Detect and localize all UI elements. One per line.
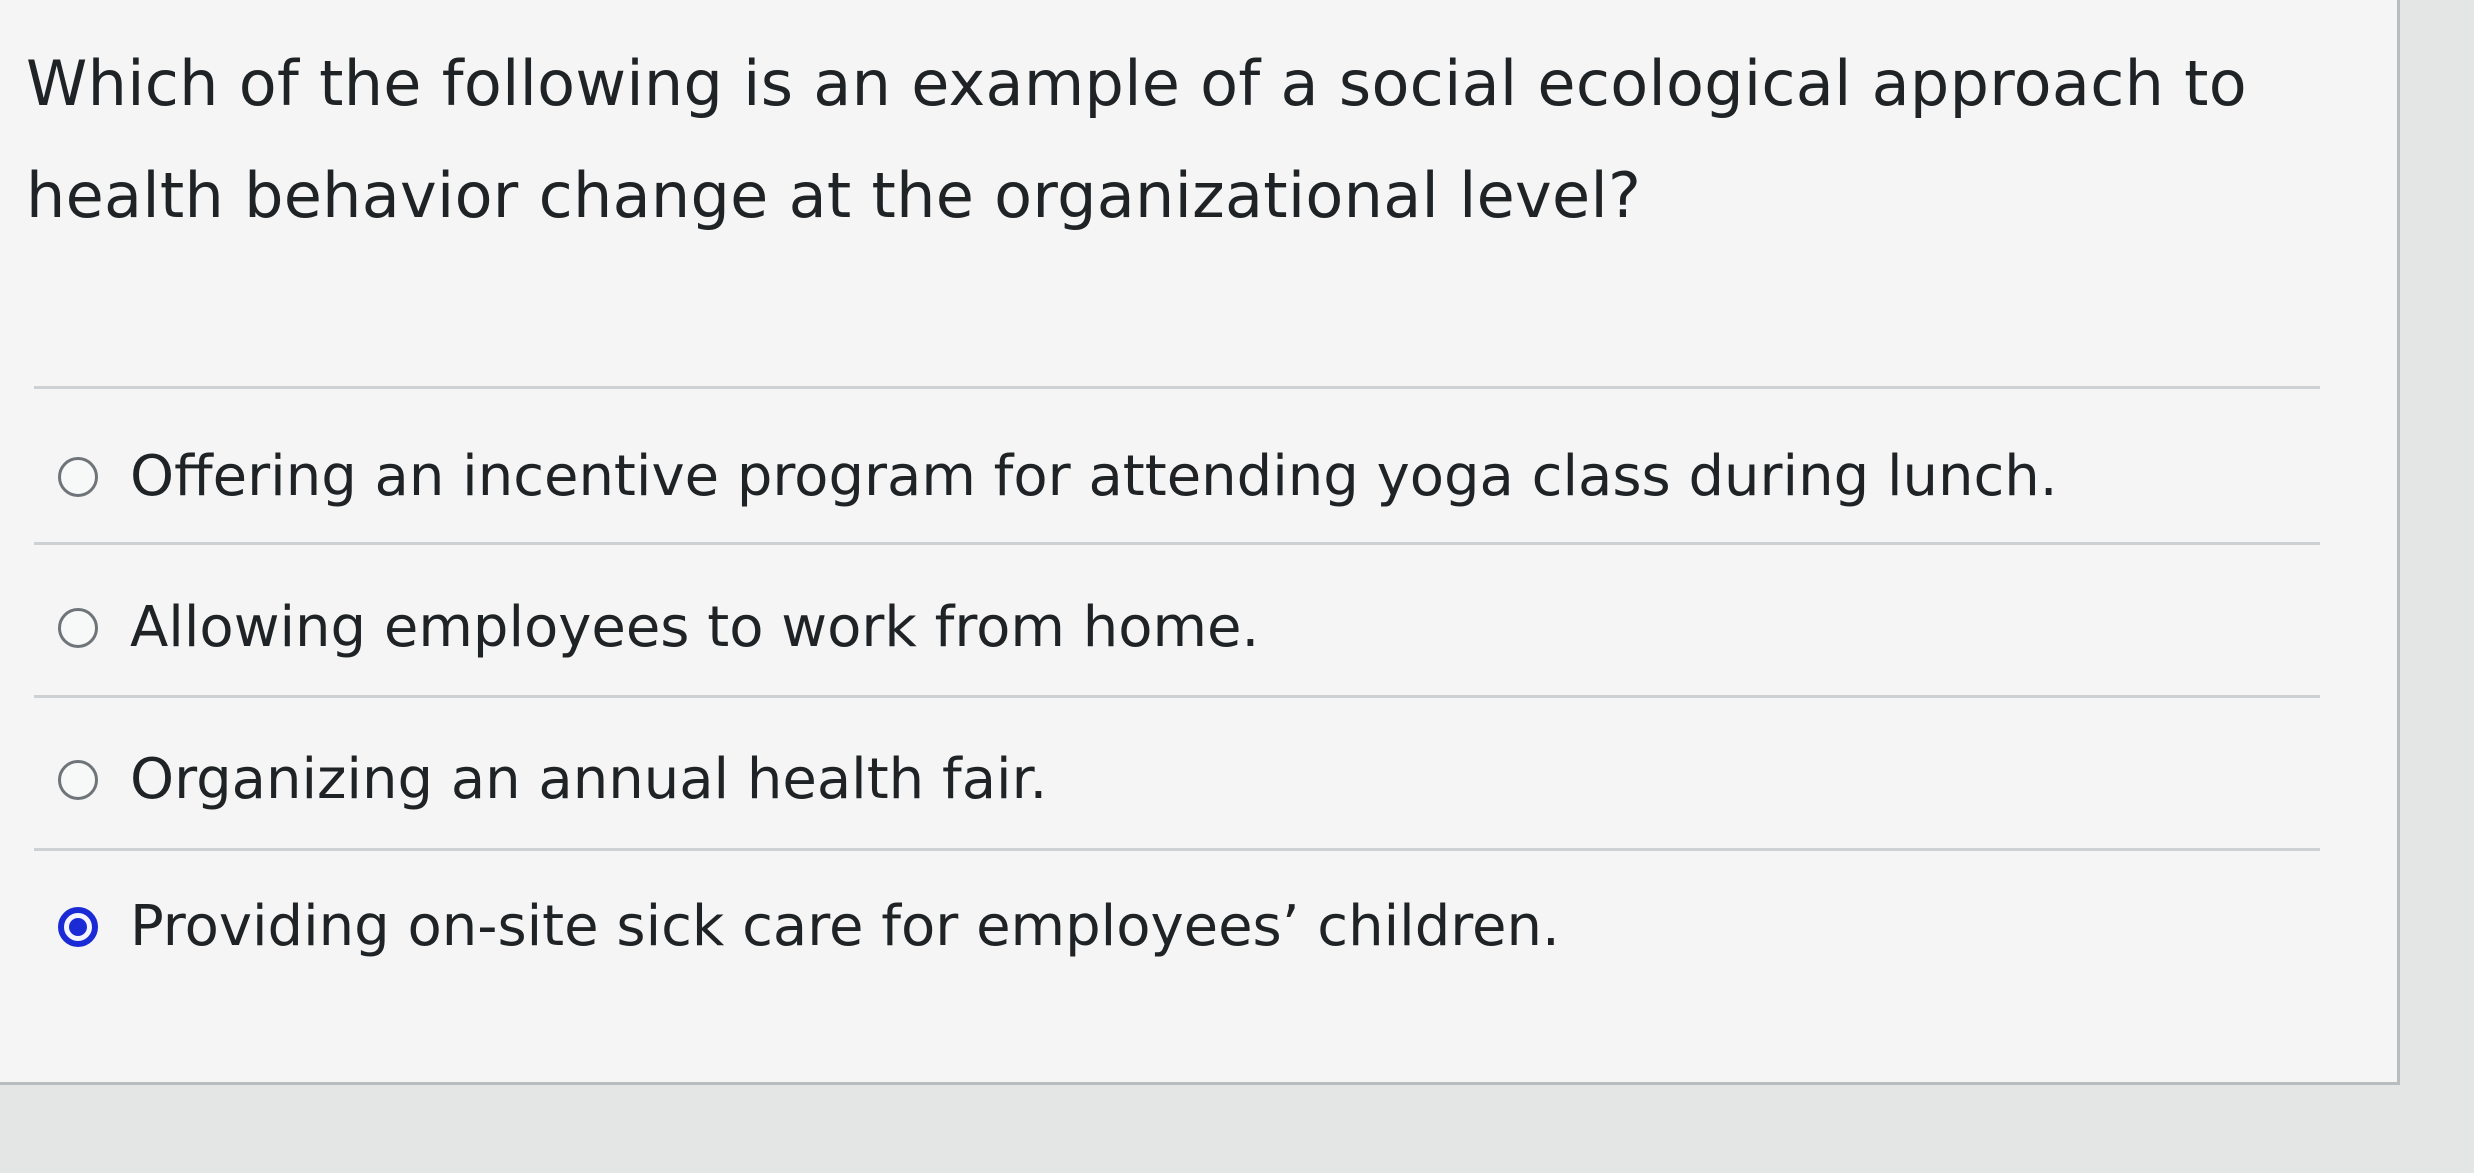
option-label: Providing on-site sick care for employee…	[130, 894, 1560, 959]
option-label: Offering an incentive program for attend…	[130, 444, 2058, 509]
option-on-site-sick-care[interactable]: Providing on-site sick care for employee…	[58, 882, 1560, 972]
option-health-fair[interactable]: Organizing an annual health fair.	[58, 735, 1047, 825]
radio-button-icon[interactable]	[58, 608, 98, 648]
divider	[34, 695, 2320, 698]
question-card: Which of the following is an example of …	[0, 0, 2400, 1085]
divider	[34, 848, 2320, 851]
radio-button-selected-icon[interactable]	[58, 907, 98, 947]
radio-button-icon[interactable]	[58, 457, 98, 497]
option-incentive-program[interactable]: Offering an incentive program for attend…	[58, 432, 2058, 522]
radio-button-icon[interactable]	[58, 760, 98, 800]
option-label: Allowing employees to work from home.	[130, 595, 1260, 660]
question-text: Which of the following is an example of …	[26, 47, 2248, 232]
divider	[34, 542, 2320, 545]
divider	[34, 386, 2320, 389]
option-label: Organizing an annual health fair.	[130, 747, 1048, 812]
option-work-from-home[interactable]: Allowing employees to work from home.	[58, 583, 1259, 673]
